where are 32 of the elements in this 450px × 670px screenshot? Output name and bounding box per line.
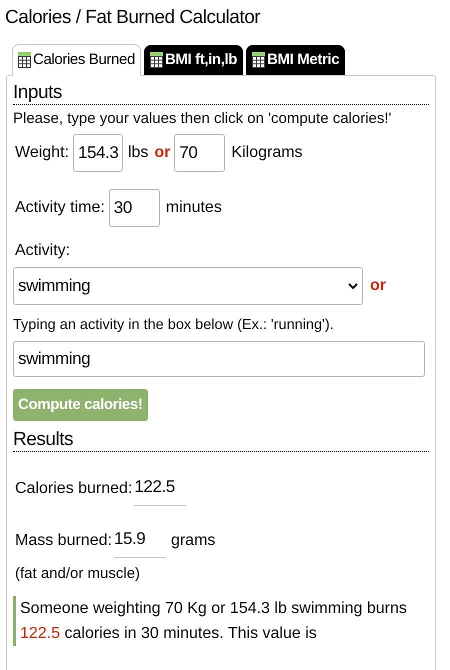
or-label: or bbox=[370, 276, 386, 296]
activity-field[interactable]: swimming bbox=[13, 341, 425, 377]
section-heading: Results bbox=[13, 429, 429, 452]
tab[interactable]: Calories Burned bbox=[12, 44, 141, 76]
calculator-icon bbox=[18, 52, 31, 68]
result-label: Mass burned: bbox=[15, 531, 112, 551]
result-label: Calories burned: bbox=[15, 479, 132, 499]
time-field[interactable]: 30 bbox=[108, 189, 160, 227]
activity-select[interactable]: swimming bbox=[13, 267, 363, 305]
result-summary: Someone weighting 70 Kg or 154.3 lb swimming burns 122.5 calories in 30 minutes. This value is bbox=[13, 596, 429, 646]
kilograms-field[interactable]: 70 bbox=[174, 134, 226, 172]
instructions: Please, type your values then click on 'compute calories!' bbox=[13, 109, 392, 129]
field-label: Weight: bbox=[15, 143, 69, 163]
unit-label: lbs bbox=[128, 143, 148, 163]
or-label: or bbox=[154, 143, 170, 163]
unit-label: grams bbox=[170, 531, 216, 551]
calculator-icon bbox=[150, 52, 163, 68]
page-title: Calories / Fat Burned Calculator bbox=[4, 6, 262, 30]
section-heading: Inputs bbox=[13, 82, 429, 105]
chevron-down-icon bbox=[348, 282, 358, 290]
result-note: (fat and/or muscle) bbox=[14, 564, 142, 584]
calories-output: 122.5 bbox=[134, 472, 186, 506]
pounds-field[interactable]: 154.3 bbox=[72, 134, 123, 172]
field-label: Activity: bbox=[14, 241, 72, 261]
mass-output: 15.9 bbox=[114, 524, 166, 558]
field-label: Activity time: bbox=[15, 198, 105, 218]
unit-label: Kilograms bbox=[231, 143, 303, 163]
tab[interactable]: BMI ft,in,lb bbox=[144, 45, 244, 75]
unit-label: minutes bbox=[166, 198, 222, 218]
tab[interactable]: BMI Metric bbox=[246, 45, 346, 75]
hint-text: Typing an activity in the box below (Ex.: 'running'). bbox=[13, 316, 335, 335]
calculator-icon bbox=[252, 52, 266, 68]
